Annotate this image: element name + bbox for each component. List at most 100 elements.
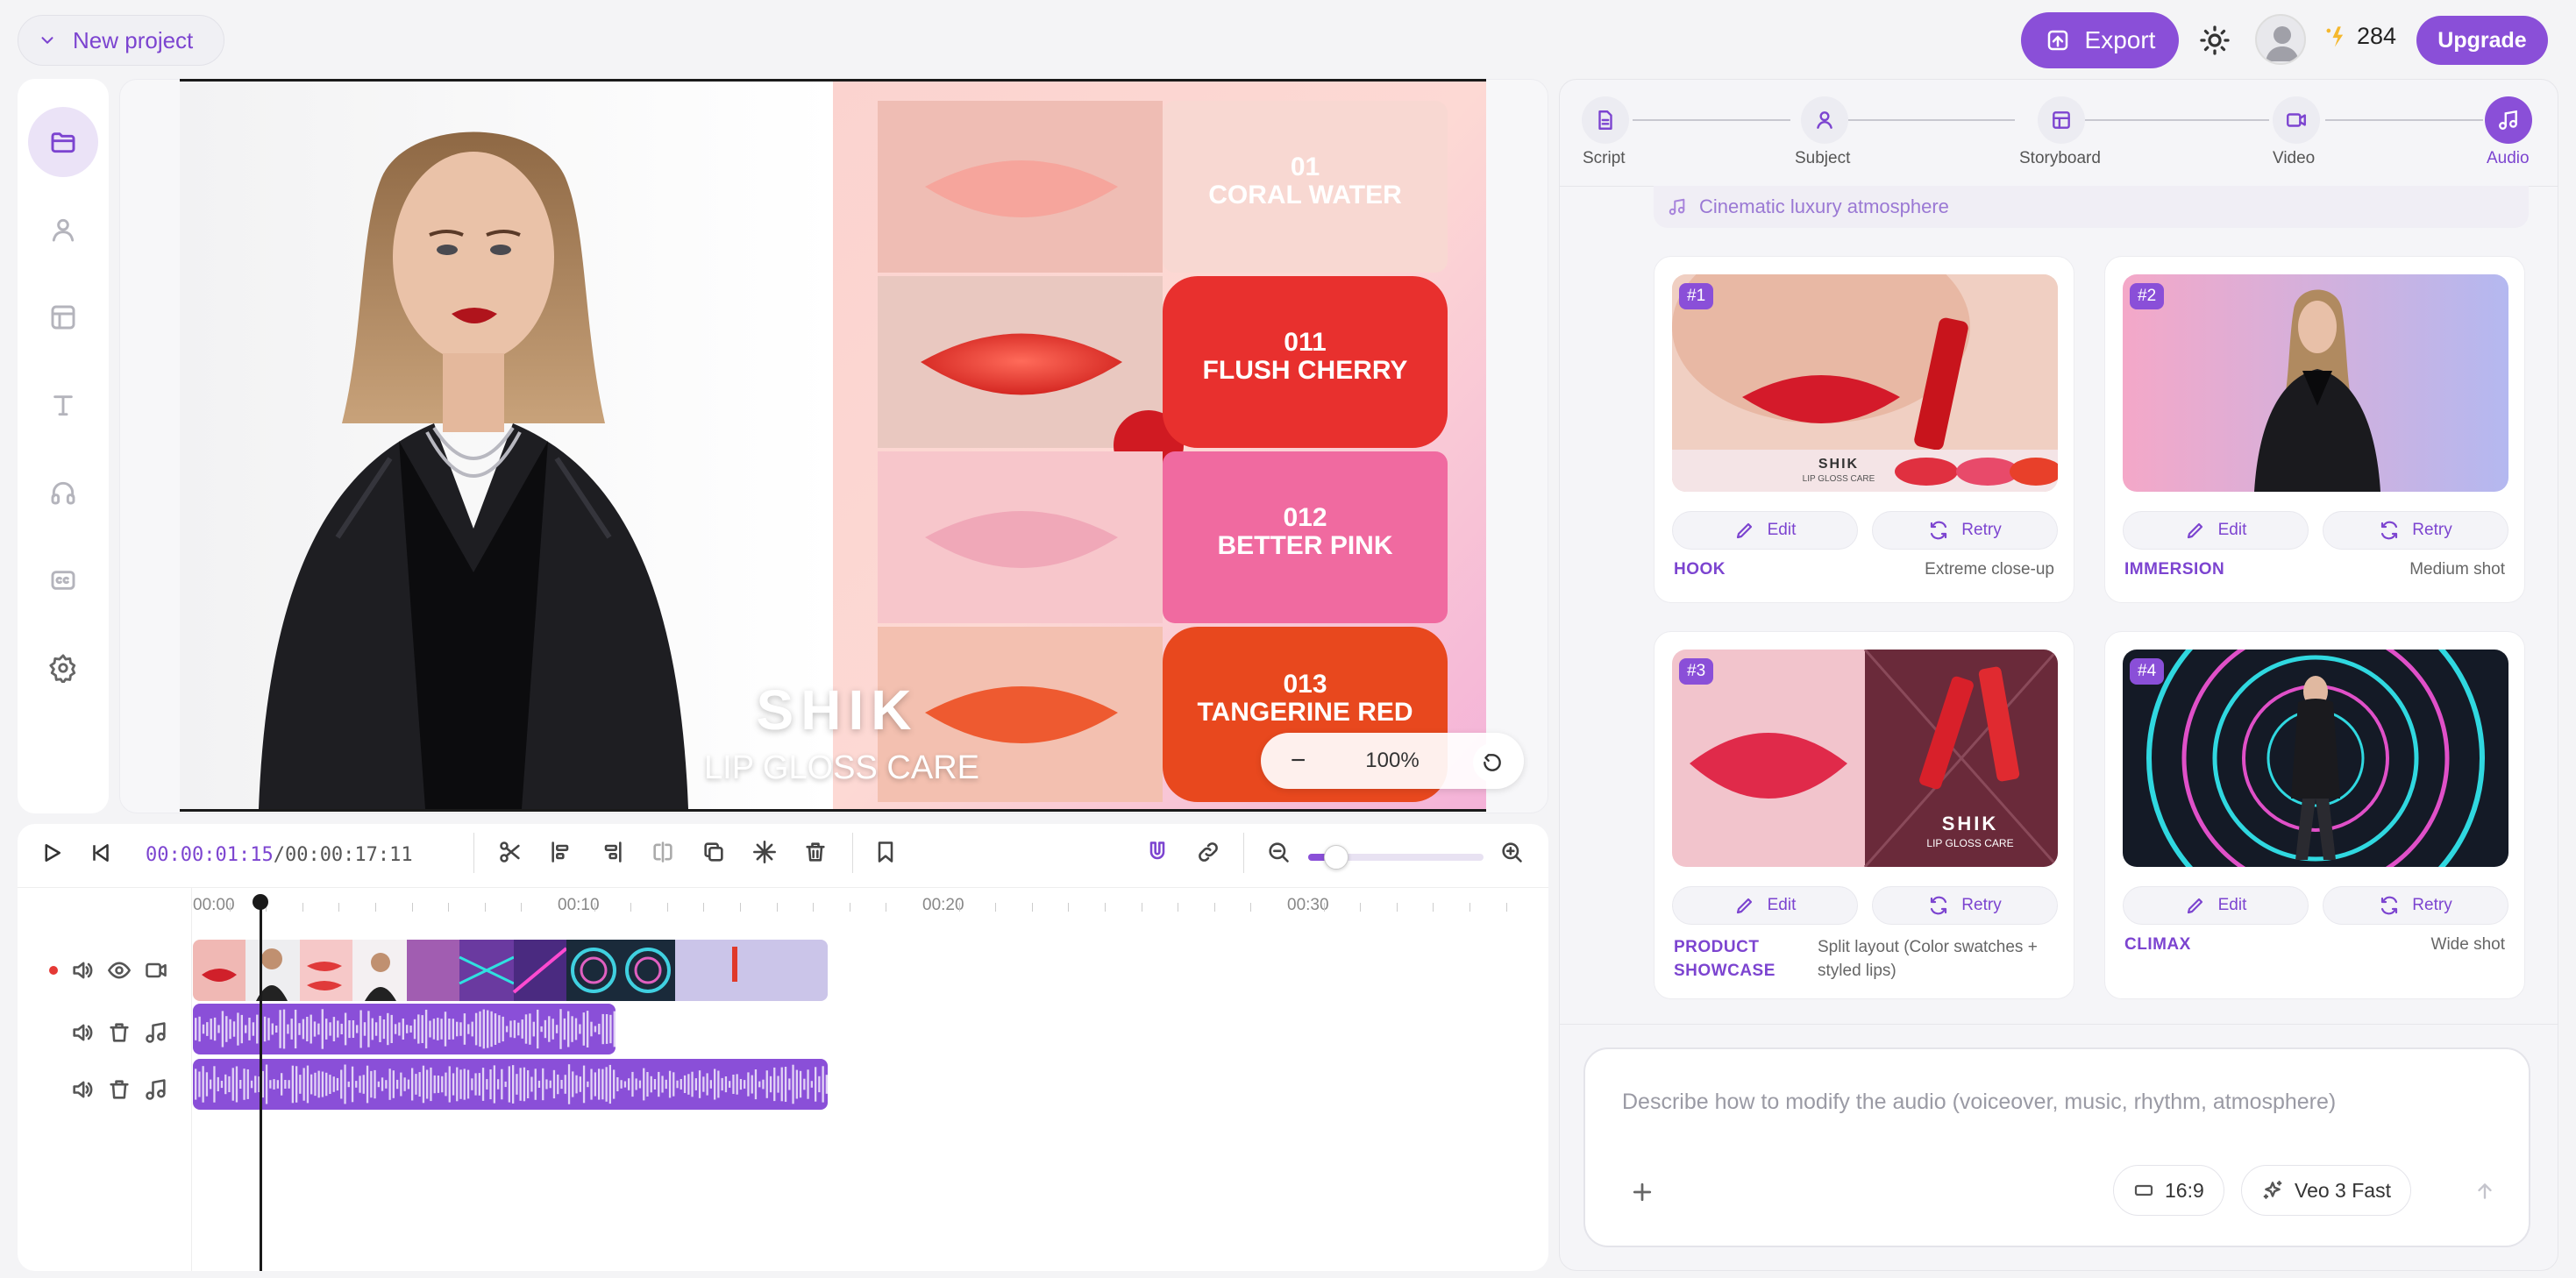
- video-preview-canvas[interactable]: 01 CORAL WATER 011 FLUSH CHERRY 012 BETTER …: [180, 79, 1486, 812]
- trash-icon[interactable]: [107, 1077, 132, 1102]
- duplicate-button[interactable]: [701, 840, 726, 864]
- freeze-frame-button[interactable]: [752, 840, 777, 864]
- align-right-button[interactable]: [600, 840, 624, 864]
- step-script[interactable]: [1582, 96, 1629, 144]
- music-note-icon[interactable]: [144, 1020, 168, 1045]
- slider-thumb[interactable]: [1324, 845, 1348, 870]
- waveform-bar: [306, 1065, 310, 1104]
- waveform-bar: [560, 1080, 563, 1090]
- waveform-bar: [400, 1072, 402, 1097]
- prompt-input[interactable]: Describe how to modify the audio (voiceo…: [1622, 1090, 2499, 1115]
- refresh-icon: [2381, 896, 2398, 915]
- waveform-bar: [459, 1022, 462, 1036]
- sidebar-item-text[interactable]: [28, 370, 98, 440]
- step-storyboard[interactable]: [2038, 96, 2085, 144]
- model-selector[interactable]: Veo 3 Fast: [2241, 1165, 2411, 1216]
- sidebar-item-audio[interactable]: [28, 458, 98, 528]
- music-note-icon[interactable]: [144, 1077, 168, 1102]
- waveform-bar: [195, 1069, 197, 1100]
- waveform-bar: [628, 1078, 630, 1090]
- edit-button[interactable]: Edit: [1672, 886, 1858, 925]
- scene-thumbnail[interactable]: SHIK LIP GLOSS CARE #1: [1672, 274, 2058, 492]
- step-label: Audio: [2487, 149, 2530, 167]
- align-left-button[interactable]: [549, 840, 573, 864]
- step-subject[interactable]: [1801, 96, 1848, 144]
- reset-view-button[interactable]: [1473, 743, 1512, 782]
- waveform-bar: [382, 1019, 386, 1040]
- refresh-icon: [1931, 896, 1947, 915]
- waveform-bar: [352, 1020, 355, 1038]
- waveform-bar: [594, 1072, 596, 1097]
- waveform-bar: [245, 1025, 247, 1033]
- split-view-button[interactable]: [651, 840, 675, 864]
- delete-clip-button[interactable]: [803, 840, 828, 864]
- step-video[interactable]: [2273, 96, 2320, 144]
- retry-button[interactable]: Retry: [1872, 511, 2058, 550]
- scene-thumbnail[interactable]: #2: [2123, 274, 2508, 492]
- volume-icon[interactable]: [70, 958, 95, 983]
- zoom-out-button[interactable]: −: [1291, 746, 1306, 776]
- waveform-bar: [780, 1067, 783, 1102]
- refresh-icon: [1931, 521, 1947, 540]
- sidebar-item-settings[interactable]: [28, 633, 98, 703]
- trash-icon[interactable]: [107, 1020, 132, 1045]
- ruler-tick: [1213, 903, 1215, 912]
- send-button[interactable]: [2466, 1172, 2504, 1211]
- audio-mood-chip[interactable]: Cinematic luxury atmosphere: [1654, 186, 2529, 228]
- waveform-bar: [224, 1074, 227, 1095]
- marker-button[interactable]: [873, 840, 898, 864]
- step-audio[interactable]: [2485, 96, 2532, 144]
- avatar[interactable]: [2255, 14, 2306, 65]
- waveform-bar: [359, 1076, 361, 1093]
- sidebar-item-media[interactable]: [28, 107, 98, 177]
- split-button[interactable]: [498, 840, 523, 864]
- video-camera-icon[interactable]: [144, 958, 168, 983]
- waveform-bar: [441, 1076, 444, 1093]
- waveform-bar: [572, 1071, 574, 1097]
- timeline-zoom-out-button[interactable]: [1266, 840, 1291, 864]
- waveform-bar: [605, 1067, 608, 1102]
- project-menu-button[interactable]: New project: [18, 15, 224, 66]
- eye-icon[interactable]: [107, 958, 132, 983]
- sidebar-item-layout[interactable]: [28, 282, 98, 352]
- waveform-bar: [229, 1019, 231, 1040]
- record-indicator: [49, 966, 58, 975]
- waveform-bar: [567, 1011, 570, 1047]
- sidebar-item-subject[interactable]: [28, 195, 98, 265]
- link-button[interactable]: [1196, 840, 1220, 864]
- audio-clip-voiceover[interactable]: [193, 1004, 616, 1054]
- add-attachment-button[interactable]: [1629, 1179, 1655, 1205]
- retry-button[interactable]: Retry: [2323, 886, 2508, 925]
- aspect-ratio-selector[interactable]: 16:9: [2113, 1165, 2224, 1216]
- waveform-bar: [250, 1080, 253, 1089]
- edit-button[interactable]: Edit: [1672, 511, 1858, 550]
- edit-button[interactable]: Edit: [2123, 886, 2309, 925]
- scene-name: HOOK: [1674, 560, 1726, 579]
- volume-icon[interactable]: [70, 1020, 95, 1045]
- waveform-bar: [374, 1022, 378, 1036]
- timeline-zoom-in-button[interactable]: [1499, 840, 1524, 864]
- waveform-bar: [601, 1069, 604, 1100]
- video-clip-strip[interactable]: [193, 940, 828, 1001]
- waveform-bar: [729, 1081, 731, 1088]
- ruler-tick: [1105, 903, 1106, 912]
- snap-toggle-button[interactable]: [1145, 840, 1170, 864]
- scene-thumbnail[interactable]: SHIK LIP GLOSS CARE #3: [1672, 650, 2058, 867]
- volume-icon[interactable]: [70, 1077, 95, 1102]
- theme-toggle-button[interactable]: [2199, 25, 2231, 56]
- retry-button[interactable]: Retry: [2323, 511, 2508, 550]
- audio-clip-music[interactable]: [193, 1059, 828, 1110]
- sidebar-item-captions[interactable]: [28, 545, 98, 615]
- ruler-tick: [1323, 903, 1325, 912]
- skip-to-start-button[interactable]: [88, 840, 114, 866]
- upgrade-button[interactable]: Upgrade: [2416, 16, 2548, 65]
- play-button[interactable]: [39, 840, 65, 866]
- retry-button[interactable]: Retry: [1872, 886, 2058, 925]
- edit-button[interactable]: Edit: [2123, 511, 2309, 550]
- timeline-zoom-slider[interactable]: [1308, 845, 1484, 870]
- waveform-bar: [609, 1014, 612, 1044]
- scene-thumbnail[interactable]: #4: [2123, 650, 2508, 867]
- export-button[interactable]: Export: [2021, 12, 2179, 68]
- ruler-tick: [338, 903, 340, 912]
- waveform-bar: [620, 1080, 623, 1089]
